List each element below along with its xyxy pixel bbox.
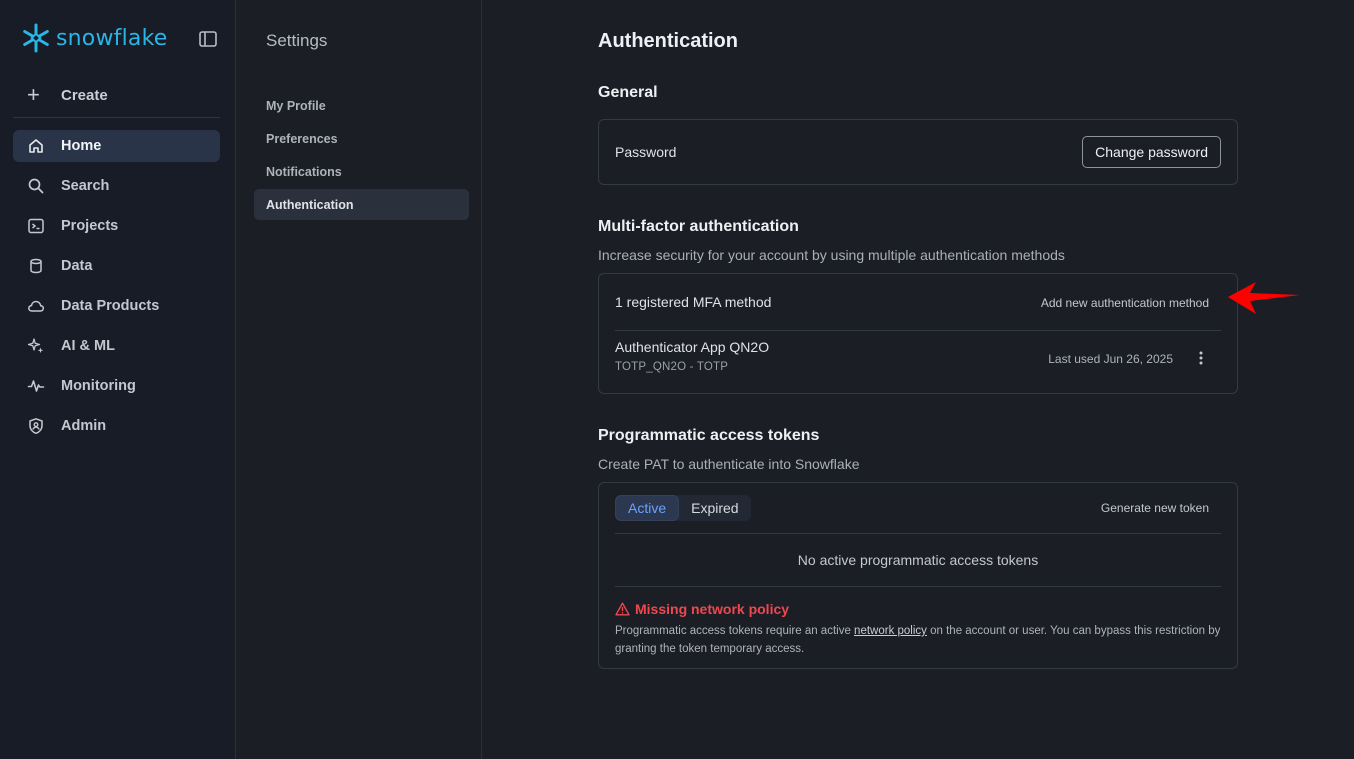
mfa-card: 1 registered MFA method Add new authenti… [598, 273, 1238, 394]
sparkle-icon [27, 337, 45, 355]
database-icon [27, 257, 45, 275]
shield-icon [27, 417, 45, 435]
pulse-icon [27, 377, 45, 395]
network-policy-link[interactable]: network policy [854, 625, 927, 637]
password-label: Password [615, 144, 677, 160]
sidebar: snowflake + Create Home Search Projects … [0, 0, 236, 759]
generate-token-button[interactable]: Generate new token [1101, 501, 1209, 515]
pat-tabs: Active Expired [615, 495, 751, 521]
cloud-icon [27, 297, 45, 315]
pat-section-subtitle: Create PAT to authenticate into Snowflak… [598, 456, 860, 472]
snowflake-logo-icon [23, 23, 49, 53]
create-label: Create [61, 86, 108, 104]
sidebar-item-home[interactable]: Home [13, 130, 220, 162]
settings-nav: My Profile Preferences Notifications Aut… [254, 90, 469, 222]
home-icon [27, 137, 45, 155]
change-password-button[interactable]: Change password [1082, 136, 1221, 168]
mfa-method-name: Authenticator App QN2O [615, 339, 770, 355]
sidebar-item-label: Data Products [61, 298, 160, 314]
sidebar-item-data-products[interactable]: Data Products [13, 290, 220, 322]
more-options-icon[interactable] [1193, 348, 1209, 368]
general-section-title: General [598, 84, 658, 101]
mfa-count-label: 1 registered MFA method [615, 294, 772, 310]
page-title: Authentication [598, 30, 738, 52]
sidebar-item-label: AI & ML [61, 338, 115, 354]
mfa-divider [615, 330, 1221, 331]
sidebar-item-search[interactable]: Search [13, 170, 220, 202]
settings-item-notifications[interactable]: Notifications [254, 156, 469, 187]
warning-body-start: Programmatic access tokens require an ac… [615, 625, 855, 637]
mfa-last-used: Last used Jun 26, 2025 [1048, 352, 1173, 366]
tab-expired[interactable]: Expired [679, 495, 750, 521]
warning-title: Missing network policy [615, 601, 789, 617]
sidebar-divider [13, 117, 220, 118]
sidebar-item-data[interactable]: Data [13, 250, 220, 282]
sidebar-item-label: Search [61, 178, 110, 194]
pat-divider-top [615, 533, 1221, 534]
create-button[interactable]: + Create [13, 80, 220, 110]
mfa-method-type: TOTP_QN2O - TOTP [615, 361, 729, 373]
sidebar-item-label: Home [61, 138, 102, 154]
sidebar-collapse-icon[interactable] [198, 29, 218, 49]
pat-divider-bottom [615, 586, 1221, 587]
pat-section-title: Programmatic access tokens [598, 427, 820, 444]
terminal-icon [27, 217, 45, 235]
warning-title-text: Missing network policy [635, 601, 790, 617]
plus-icon: + [27, 82, 40, 107]
sidebar-nav: Home Search Projects Data Data Products [13, 130, 220, 450]
empty-tokens-message: No active programmatic access tokens [797, 552, 1039, 568]
brand-name: snowflake [56, 25, 168, 51]
settings-panel: Settings My Profile Preferences Notifica… [237, 0, 482, 759]
mfa-section-subtitle: Increase security for your account by us… [598, 247, 1065, 263]
sidebar-item-label: Projects [61, 218, 119, 234]
password-card: Password Change password [598, 119, 1238, 185]
sidebar-item-label: Admin [61, 418, 107, 434]
tab-active[interactable]: Active [615, 495, 680, 521]
warning-body: Programmatic access tokens require an ac… [615, 622, 1225, 658]
settings-item-my-profile[interactable]: My Profile [254, 90, 469, 121]
sidebar-item-label: Data [61, 258, 93, 274]
pat-card: Active Expired Generate new token No act… [598, 482, 1238, 669]
sidebar-item-projects[interactable]: Projects [13, 210, 220, 242]
sidebar-item-admin[interactable]: Admin [13, 410, 220, 442]
settings-title: Settings [266, 31, 328, 50]
main-content: Authentication General Password Change p… [483, 0, 1354, 759]
add-authentication-method-button[interactable]: Add new authentication method [1041, 296, 1209, 310]
logo-row: snowflake [20, 22, 220, 56]
sidebar-item-label: Monitoring [61, 378, 136, 394]
settings-item-preferences[interactable]: Preferences [254, 123, 469, 154]
search-icon [27, 177, 45, 195]
mfa-section-title: Multi-factor authentication [598, 218, 799, 235]
sidebar-item-monitoring[interactable]: Monitoring [13, 370, 220, 402]
settings-item-authentication[interactable]: Authentication [254, 189, 469, 220]
warning-icon [615, 602, 630, 616]
annotation-arrow-icon [1228, 282, 1300, 314]
snowflake-logo[interactable]: snowflake [20, 22, 168, 54]
sidebar-item-ai-ml[interactable]: AI & ML [13, 330, 220, 362]
